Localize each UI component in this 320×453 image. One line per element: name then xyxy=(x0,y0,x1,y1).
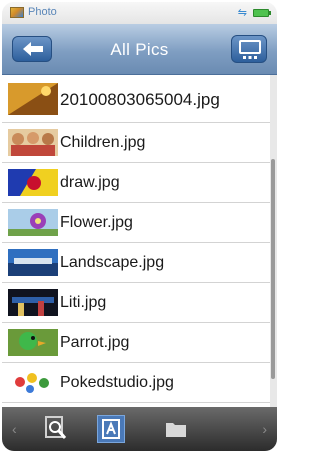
file-name: Pokedstudio.jpg xyxy=(60,374,174,391)
list-item[interactable]: Children.jpg xyxy=(2,123,270,163)
list-item[interactable]: 20100803065004.jpg xyxy=(2,75,270,123)
search-button[interactable] xyxy=(42,415,70,443)
scrollbar-thumb[interactable] xyxy=(271,159,275,379)
file-name: Flower.jpg xyxy=(60,214,133,231)
file-name: Parrot.jpg xyxy=(60,334,130,351)
thumbnail-landscape xyxy=(8,249,58,276)
folder-button[interactable] xyxy=(162,415,190,443)
thumbnail-liti xyxy=(8,289,58,316)
menu-icon xyxy=(239,40,261,59)
file-name: Children.jpg xyxy=(60,134,146,151)
photo-app-icon xyxy=(10,7,24,18)
thumbnail-flower xyxy=(8,209,58,236)
usb-icon: ⇋ xyxy=(237,7,247,19)
search-icon xyxy=(45,416,67,439)
thumbnail-children xyxy=(8,129,58,156)
thumbnail-pokedstudio xyxy=(8,369,58,396)
view-icon xyxy=(102,419,120,439)
list-item[interactable]: Flower.jpg xyxy=(2,203,270,243)
scroll-right-icon[interactable]: › xyxy=(262,421,267,437)
view-button[interactable] xyxy=(97,415,125,443)
app-name: Photo xyxy=(28,6,57,18)
status-bar: Photo ⇋ xyxy=(2,2,277,24)
battery-icon xyxy=(253,9,271,17)
file-list: 20100803065004.jpg Children.jpg draw.jpg… xyxy=(2,75,270,407)
folder-icon xyxy=(166,423,186,437)
bottom-toolbar: ‹ › xyxy=(2,407,277,451)
file-name: 20100803065004.jpg xyxy=(60,90,220,109)
menu-button[interactable] xyxy=(231,35,267,63)
title-bar: All Pics xyxy=(2,24,277,75)
file-name: Landscape.jpg xyxy=(60,254,165,271)
list-item[interactable]: Liti.jpg xyxy=(2,283,270,323)
scroll-left-icon[interactable]: ‹ xyxy=(12,421,17,437)
list-item[interactable]: Landscape.jpg xyxy=(2,243,270,283)
device-screen: Photo ⇋ All Pics 20100803065004.jpg Chil… xyxy=(2,2,277,451)
thumbnail-draw xyxy=(8,169,58,196)
file-name: draw.jpg xyxy=(60,174,120,191)
list-item[interactable]: Pokedstudio.jpg xyxy=(2,363,270,403)
thumbnail-sunset xyxy=(8,83,58,115)
thumbnail-parrot xyxy=(8,329,58,356)
scrollbar[interactable] xyxy=(270,75,277,407)
file-name: Liti.jpg xyxy=(60,294,107,311)
list-item[interactable]: draw.jpg xyxy=(2,163,270,203)
list-item[interactable]: Parrot.jpg xyxy=(2,323,270,363)
